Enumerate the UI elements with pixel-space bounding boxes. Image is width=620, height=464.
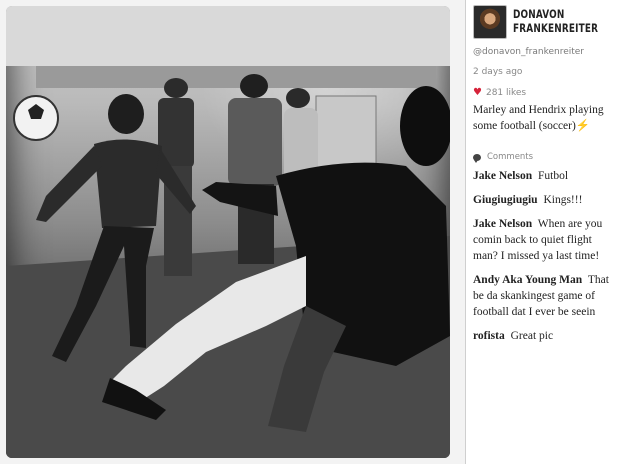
avatar[interactable] [473,5,507,39]
player1-left-arm [36,146,102,222]
bg-person3-head [286,88,310,108]
author-name-line2: FRANKENREITER [513,21,599,35]
comment-text: Futbol [537,170,569,182]
comment-text: Great pic [510,330,554,342]
ceiling [6,6,450,66]
author-name-line1: DONAVON [513,7,565,21]
comment-item: Andy Aka Young Man That be da skankinges… [473,272,612,320]
post-sidebar: DONAVON FRANKENREITER @donavon_frankenre… [466,0,620,464]
bg-person2-head [240,74,268,98]
likes-count[interactable]: 281 likes [486,88,526,98]
comment-author[interactable]: Jake Nelson [473,218,532,230]
comment-author[interactable]: Giugiugiugiu [473,194,538,206]
heart-icon[interactable]: ♥ [473,88,482,98]
comment-author[interactable]: Jake Nelson [473,170,532,182]
likes-row: ♥ 281 likes [473,88,612,99]
comments-header: Comments [473,152,612,163]
comments-heading: Comments [487,152,534,162]
photo-panel [0,0,466,464]
author-profile: DONAVON FRANKENREITER [473,4,612,44]
comments-list: Jake Nelson Futbol Giugiugiugiu Kings!!!… [473,168,612,344]
comment-item: rofista Great pic [473,328,612,344]
post-timestamp: 2 days ago [473,67,523,77]
comment-author[interactable]: rofista [473,330,505,342]
photo-illustration [6,6,450,458]
comment-bubble-icon [473,153,481,163]
comment-text: Kings!!! [543,194,583,206]
bg-person-head [164,78,188,98]
wall-beam [36,66,436,88]
comment-item: Jake Nelson When are you comin back to q… [473,216,612,264]
comment-item: Jake Nelson Futbol [473,168,612,184]
author-name[interactable]: DONAVON FRANKENREITER [513,7,598,35]
post-caption: Marley and Hendrix playing some football… [473,104,604,132]
post-photo[interactable] [6,6,450,458]
player2-head [400,86,450,166]
comment-author[interactable]: Andy Aka Young Man [473,274,582,286]
player1-head [108,94,144,134]
player1-sweater [94,139,162,228]
author-handle[interactable]: @donavon_frankenreiter [473,47,612,57]
comment-item: Giugiugiugiu Kings!!! [473,192,612,208]
bg-person2-body [228,98,282,186]
